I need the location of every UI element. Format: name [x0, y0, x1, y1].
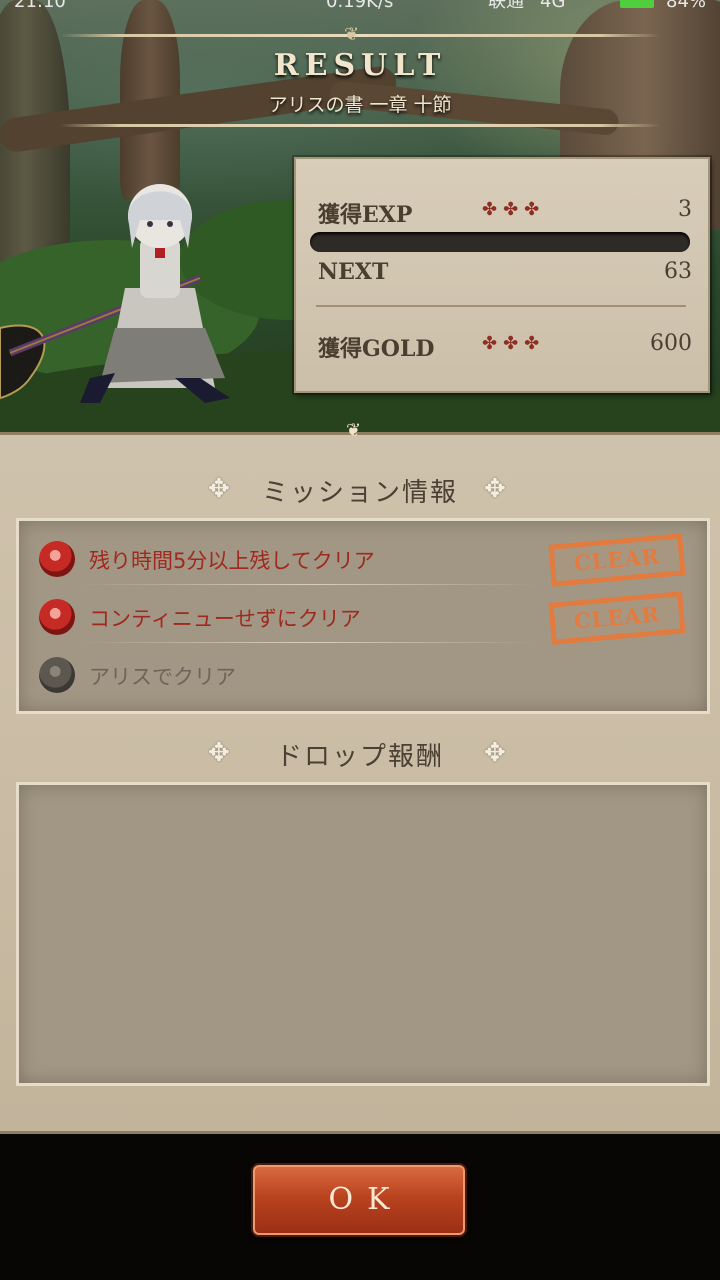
ok-button[interactable]: OK	[253, 1165, 465, 1235]
status-battery: 84%	[666, 0, 707, 12]
result-title: RESULT	[273, 48, 447, 83]
exp-value: 3	[678, 197, 692, 222]
mission-section-title: ミッション情報	[261, 478, 458, 508]
mission-text: アリスでクリア	[89, 665, 236, 689]
gold-label: 獲得GOLD	[318, 336, 435, 362]
exp-progress-bar	[310, 232, 690, 252]
chapter-subtitle: アリスの書 一章 十節	[268, 94, 452, 116]
results-panel: ❦ ✥ ミッション情報 ✥ 残り時間5分以上残してクリア CLEAR コンティニ…	[0, 420, 720, 1148]
header-top-rule	[60, 34, 660, 37]
status-net-speed: 0.19K/s	[326, 0, 394, 12]
mission-text: 残り時間5分以上残してクリア	[89, 549, 375, 573]
gold-ornament-icon: ✤✤✤	[482, 333, 546, 354]
status-time: 21:10	[14, 0, 66, 12]
exp-label: 獲得EXP	[318, 202, 413, 228]
panel-ornament-icon: ❦	[346, 420, 362, 441]
next-label: NEXT	[318, 259, 389, 285]
row-separator	[79, 584, 539, 585]
next-value: 63	[664, 259, 692, 284]
character-sprite	[0, 184, 230, 403]
mission-text: コンティニューせずにクリア	[89, 607, 361, 631]
status-carrier: 联通	[488, 0, 524, 12]
mission-row: アリスでクリア	[39, 649, 689, 701]
status-network: 4G	[540, 0, 566, 12]
drop-section-title: ドロップ報酬	[275, 742, 444, 772]
exp-ornament-icon: ✤✤✤	[482, 199, 546, 220]
stats-panel: 獲得EXP ✤✤✤ 3 NEXT 63 獲得GOLD ✤✤✤ 600	[294, 157, 710, 393]
drop-rewards-panel	[16, 782, 710, 1086]
red-rose-icon	[39, 541, 75, 577]
header-ornament-icon: ❦	[344, 24, 360, 45]
cross-ornament-icon: ✥	[484, 474, 506, 504]
status-bar: 21:10 0.19K/s 联通 4G 84%	[0, 0, 720, 14]
stats-divider	[316, 305, 686, 307]
cross-ornament-icon: ✥	[484, 738, 506, 768]
grey-rose-icon	[39, 657, 75, 693]
battery-icon	[620, 0, 654, 8]
gold-value: 600	[650, 331, 692, 356]
header-bottom-rule	[60, 124, 660, 127]
mission-panel: 残り時間5分以上残してクリア CLEAR コンティニューせずにクリア CLEAR…	[16, 518, 710, 714]
red-rose-icon	[39, 599, 75, 635]
row-separator	[79, 642, 539, 643]
